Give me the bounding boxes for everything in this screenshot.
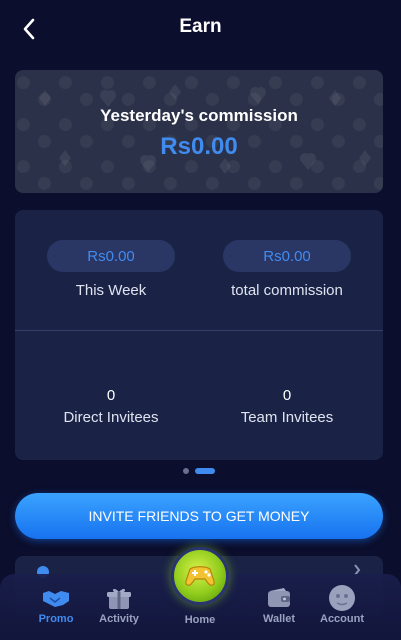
yesterday-commission-label: Yesterday's commission [100,106,298,125]
nav-wallet[interactable]: Wallet [244,585,314,625]
nav-account[interactable]: Account [307,585,377,625]
nav-home-button[interactable] [171,547,229,605]
pager-dot-active[interactable] [195,468,215,474]
page-title: Earn [179,16,222,37]
nav-account-label: Account [320,613,364,625]
team-invitees-value: 0 [282,387,292,404]
carousel-pager [183,468,215,474]
direct-invitees-value: 0 [106,387,116,404]
wallet-icon [268,588,290,607]
avatar-icon [329,585,355,611]
invite-friends-button[interactable]: INVITE FRIENDS TO GET MONEY [15,493,383,539]
yesterday-commission-value: Rs0.00 [160,133,238,160]
gamepad-icon [185,566,215,586]
team-invitees-label: Team Invitees [240,409,334,426]
nav-promo-label: Promo [38,613,74,625]
nav-wallet-label: Wallet [263,613,295,625]
commission-stats-card: Rs0.00 Rs0.00 This Week total commission… [15,210,383,460]
pager-dot[interactable] [183,468,189,474]
card-suits-pattern [39,84,371,174]
this-week-label: This Week [75,282,147,299]
nav-home-label: Home [184,614,216,626]
earn-page: Earn Yesterday's commission Rs0.00 Rs0.0… [0,0,401,640]
stats-divider [15,330,383,331]
nav-activity-label: Activity [99,613,139,625]
total-commission-value: Rs0.00 [223,240,351,272]
header: Earn [0,0,401,56]
nav-activity[interactable]: Activity [84,585,154,625]
direct-invitees-label: Direct Invitees [63,409,159,426]
yesterday-commission-card: Yesterday's commission Rs0.00 [15,70,383,193]
this-week-value: Rs0.00 [47,240,175,272]
handshake-icon [43,591,69,607]
gift-icon [107,588,131,609]
nav-promo[interactable]: Promo [21,585,91,625]
total-commission-label: total commission [231,282,343,299]
